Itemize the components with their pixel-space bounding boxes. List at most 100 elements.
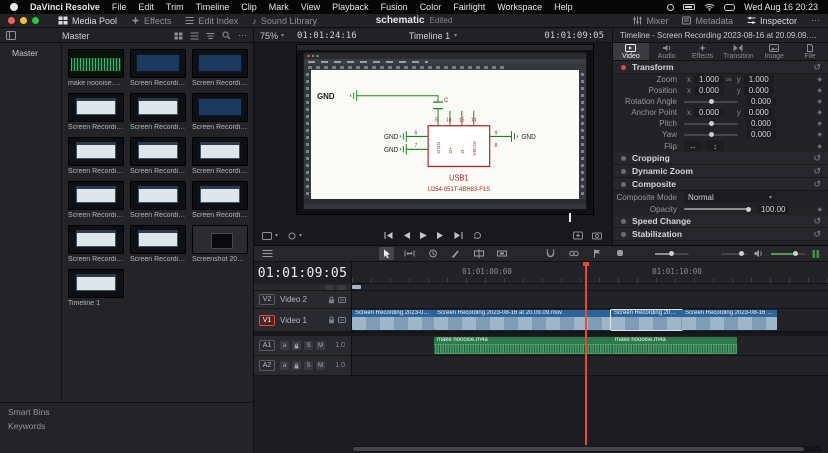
media-clip[interactable]: make noooise.m4a — [68, 49, 124, 87]
menu-help[interactable]: Help — [554, 2, 573, 12]
menu-app-name[interactable]: DaVinci Resolve — [30, 2, 100, 12]
timeline-position-timecode[interactable]: 01:01:09:05 — [254, 262, 352, 284]
reset-icon[interactable]: ↺ — [813, 216, 821, 227]
marker-icon[interactable] — [612, 247, 627, 260]
keyframe-icon[interactable]: ◆ — [817, 87, 822, 94]
tab-image[interactable]: Image — [756, 43, 792, 60]
link-xy-icon[interactable]: ∞ — [726, 75, 732, 84]
menu-fusion[interactable]: Fusion — [381, 2, 408, 12]
media-clip[interactable]: Screen Recording... — [130, 49, 186, 87]
media-clip[interactable]: Screen Recording... — [130, 137, 186, 175]
keyframe-icon[interactable]: ◆ — [817, 98, 822, 105]
inspector-toggle[interactable]: Inspector — [747, 16, 797, 26]
keyframe-icon[interactable]: ◆ — [817, 131, 822, 138]
section-composite[interactable]: Composite ↺ — [613, 178, 828, 191]
menu-edit[interactable]: Edit — [138, 2, 154, 12]
track-lock-icon[interactable] — [328, 316, 335, 324]
zoom-x-field[interactable]: 1.000 — [694, 75, 724, 84]
media-clip[interactable]: Screen Recording... — [68, 181, 124, 219]
media-clip[interactable]: Screenshot 2023-... — [192, 225, 248, 263]
video-clip[interactable]: Screen Recording 2023-08-16 at 20.09.09.… — [682, 310, 777, 330]
reset-icon[interactable]: ↺ — [813, 229, 821, 240]
window-close-button[interactable] — [8, 17, 15, 24]
media-clip[interactable]: Screen Recording... — [192, 93, 248, 131]
pitch-field[interactable]: 0.000 — [746, 119, 776, 128]
rotation-slider[interactable] — [684, 101, 738, 103]
media-clip[interactable]: Screen Recording... — [130, 93, 186, 131]
media-clip[interactable]: Screen Recording... — [130, 181, 186, 219]
loop-playback-button[interactable] — [473, 231, 483, 240]
list-view-icon[interactable] — [190, 32, 199, 40]
media-clip[interactable]: Screen Recording... — [130, 225, 186, 263]
sort-icon[interactable] — [206, 32, 215, 40]
rotation-field[interactable]: 0.000 — [746, 97, 776, 106]
viewer-zoom-select[interactable]: 75% — [260, 31, 278, 41]
auto-select-icon[interactable] — [338, 296, 346, 304]
timeline-selector[interactable]: Timeline 1 — [409, 31, 450, 41]
jump-to-end-button[interactable] — [454, 231, 464, 240]
track-lane-v2[interactable] — [352, 291, 828, 309]
reset-icon[interactable]: ↺ — [813, 62, 821, 73]
step-forward-button[interactable] — [437, 231, 445, 240]
step-back-button[interactable] — [403, 231, 411, 240]
timeline-zoom-slider[interactable] — [655, 253, 689, 255]
media-pool-toggle[interactable]: Media Pool — [58, 16, 117, 26]
menu-fairlight[interactable]: Fairlight — [453, 2, 485, 12]
track-lane-v1[interactable]: Screen Recording 2023-08-16 at 20.09.09.… — [352, 309, 828, 332]
flip-vertical-button[interactable]: ↕ — [706, 141, 724, 151]
menu-timeline[interactable]: Timeline — [196, 2, 230, 12]
window-zoom-button[interactable] — [32, 17, 39, 24]
menu-playback[interactable]: Playback — [332, 2, 369, 12]
speed-change-enable-toggle[interactable] — [621, 219, 626, 224]
link-clips-icon[interactable] — [566, 247, 581, 260]
menu-trim[interactable]: Trim — [166, 2, 184, 12]
timeline-view-options-icon[interactable] — [260, 247, 275, 260]
track-lock-icon[interactable] — [328, 296, 335, 304]
flag-icon[interactable] — [589, 247, 604, 260]
opacity-field[interactable]: 100.00 — [758, 205, 788, 214]
media-clip[interactable]: Screen Recording... — [68, 225, 124, 263]
wifi-icon[interactable] — [704, 3, 715, 11]
media-clip[interactable]: Timeline 1 — [68, 269, 124, 307]
audio-arm-button[interactable]: a — [280, 341, 289, 350]
pitch-slider[interactable] — [684, 123, 738, 125]
timeline-ruler[interactable]: 01:01:00:00 01:01:10:00 — [352, 262, 828, 284]
menu-file[interactable]: File — [112, 2, 127, 12]
cropping-enable-toggle[interactable] — [621, 156, 626, 161]
transform-enable-toggle[interactable] — [621, 65, 626, 70]
position-x-field[interactable]: 0.000 — [694, 86, 724, 95]
track-destination-a1[interactable]: A1 — [259, 340, 275, 351]
track-header-a2[interactable]: A2 a S M 1.0 — [254, 356, 352, 376]
thumbnail-view-icon[interactable] — [174, 32, 183, 40]
battery-icon[interactable] — [683, 4, 695, 10]
play-button[interactable] — [420, 231, 428, 240]
speaker-icon[interactable] — [754, 249, 764, 258]
audio-level-slider[interactable] — [721, 253, 747, 255]
mute-button[interactable]: M — [316, 341, 325, 350]
more-options-icon[interactable]: ⋯ — [811, 15, 820, 26]
timeline-horizontal-scrollbar[interactable] — [352, 446, 822, 452]
menu-workspace[interactable]: Workspace — [497, 2, 542, 12]
anchor-y-field[interactable]: 0.000 — [744, 108, 774, 117]
tab-video[interactable]: Video — [613, 43, 649, 60]
jump-to-start-button[interactable] — [384, 231, 394, 240]
section-cropping[interactable]: Cropping ↺ — [613, 152, 828, 165]
selection-mode-tool[interactable] — [379, 247, 394, 260]
zoom-y-field[interactable]: 1.000 — [744, 75, 774, 84]
yaw-slider[interactable] — [684, 134, 738, 136]
track-name[interactable]: Video 2 — [280, 295, 307, 304]
reset-icon[interactable]: ↺ — [813, 153, 821, 164]
grab-still-icon[interactable] — [592, 231, 602, 240]
menu-view[interactable]: View — [301, 2, 320, 12]
keyframe-icon[interactable]: ◆ — [817, 143, 822, 150]
playhead[interactable] — [585, 262, 587, 445]
yaw-field[interactable]: 0.000 — [746, 130, 776, 139]
audio-arm-button[interactable]: a — [280, 361, 289, 370]
bin-options-icon[interactable]: ⋯ — [238, 30, 247, 41]
menu-clip[interactable]: Clip — [241, 2, 257, 12]
track-header-v1[interactable]: V1 Video 1 — [254, 309, 352, 332]
section-dynamic-zoom[interactable]: Dynamic Zoom ↺ — [613, 165, 828, 178]
media-clip[interactable]: Screen Recording... — [192, 137, 248, 175]
position-y-field[interactable]: 0.000 — [744, 86, 774, 95]
tab-transition[interactable]: Transition — [720, 43, 756, 60]
